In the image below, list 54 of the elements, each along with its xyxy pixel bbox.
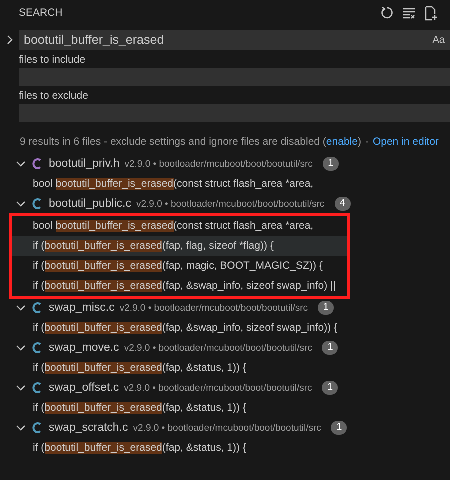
chevron-down-icon[interactable] [16, 424, 26, 432]
match-line[interactable]: if (bootutil_buffer_is_erased(fap, &status, 1)) { [0, 438, 450, 458]
match-count-badge: 4 [334, 197, 351, 211]
file-row[interactable]: swap_offset.c v2.9.0 • bootloader/mcuboot/boot/bootutil/src 1 [0, 378, 450, 398]
file-row[interactable]: bootutil_priv.h v2.9.0 • bootloader/mcuboot/boot/bootutil/src 1 [0, 154, 450, 174]
chevron-down-icon[interactable] [16, 200, 26, 208]
file-row[interactable]: swap_misc.c v2.9.0 • bootloader/mcuboot/boot/bootutil/src 1 [0, 298, 450, 318]
chevron-down-icon[interactable] [16, 384, 26, 392]
file-path: v2.9.0 • bootloader/mcuboot/boot/bootutil/src [124, 158, 313, 170]
file-path: v2.9.0 • bootloader/mcuboot/boot/bootutil/src [124, 382, 312, 394]
file-name: bootutil_priv.h [49, 158, 120, 170]
match-line[interactable]: if (bootutil_buffer_is_erased(fap, &swap_info, sizeof swap_info) || [12, 276, 347, 296]
match-count-badge: 1 [322, 381, 338, 395]
separator-text: - [365, 136, 369, 148]
match-case-toggle[interactable]: Aa [432, 34, 445, 46]
results-summary: 9 results in 6 files - exclude settings and ignore files are disabled ( [20, 136, 326, 148]
file-path: v2.9.0 • bootloader/mcuboot/boot/bootutil/src [136, 198, 325, 210]
clear-results-icon[interactable] [402, 6, 416, 20]
chevron-right-icon[interactable] [6, 35, 14, 45]
include-field[interactable] [19, 68, 450, 86]
chevron-down-icon[interactable] [16, 304, 26, 312]
match-line[interactable]: if (bootutil_buffer_is_erased(fap, &swap_info, sizeof swap_info)) { [0, 318, 450, 338]
file-row[interactable]: bootutil_public.c v2.9.0 • bootloader/mcuboot/boot/bootutil/src 4 [0, 194, 450, 214]
file-name: swap_offset.c [49, 382, 120, 394]
open-in-editor-link[interactable]: Open in editor [372, 136, 439, 148]
file-name: swap_move.c [49, 342, 120, 354]
file-row[interactable]: swap_move.c v2.9.0 • bootloader/mcuboot/boot/bootutil/src 1 [0, 338, 450, 358]
match-line[interactable]: if (bootutil_buffer_is_erased(fap, magic, BOOT_MAGIC_SZ)) { [12, 256, 347, 276]
search-field[interactable]: bootutil_buffer_is_erased Aa [19, 30, 450, 50]
match-line[interactable]: bool bootutil_buffer_is_erased(const struct flash_area *area, [12, 216, 347, 236]
file-row[interactable]: swap_scratch.c v2.9.0 • bootloader/mcuboot/boot/bootutil/src 1 [0, 418, 450, 438]
match-line[interactable]: if (bootutil_buffer_is_erased(fap, &status, 1)) { [0, 358, 450, 378]
panel-title: SEARCH [19, 7, 63, 19]
match-line[interactable]: bool bootutil_buffer_is_erased(const struct flash_area *area, [0, 174, 450, 194]
file-path: v2.9.0 • bootloader/mcuboot/boot/bootutil/src [133, 422, 322, 434]
chevron-down-icon[interactable] [16, 160, 26, 168]
file-path: v2.9.0 • bootloader/mcuboot/boot/bootutil/src [120, 302, 308, 314]
file-name: bootutil_public.c [49, 198, 132, 210]
enable-link[interactable]: enable [326, 136, 358, 148]
match-line[interactable]: if (bootutil_buffer_is_erased(fap, &status, 1)) { [0, 398, 450, 418]
match-count-badge: 1 [322, 157, 339, 171]
file-path: v2.9.0 • bootloader/mcuboot/boot/bootutil/src [124, 342, 312, 354]
file-name: swap_scratch.c [49, 422, 128, 434]
file-name: swap_misc.c [49, 302, 115, 314]
exclude-field[interactable] [19, 104, 450, 122]
match-count-badge: 1 [322, 341, 338, 355]
match-count-badge: 1 [318, 301, 334, 315]
new-file-icon[interactable] [424, 6, 438, 20]
match-count-badge: 1 [331, 421, 348, 435]
exclude-label: files to exclude [19, 90, 90, 102]
refresh-icon[interactable] [380, 6, 394, 20]
include-label: files to include [19, 54, 87, 66]
closing-paren: ) [358, 136, 362, 148]
chevron-down-icon[interactable] [16, 344, 26, 352]
